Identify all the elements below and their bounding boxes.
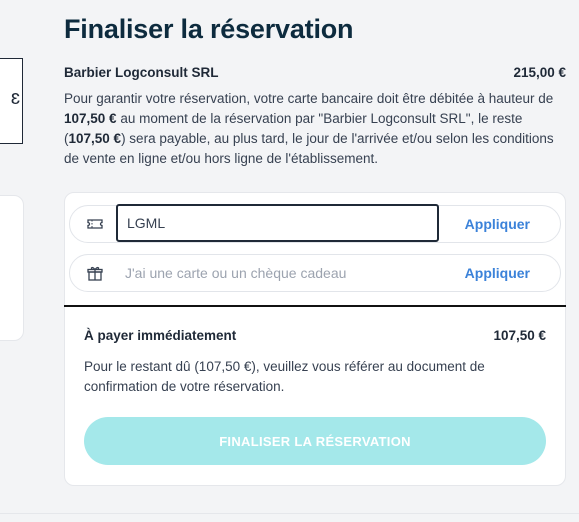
merchant-summary: Barbier Logconsult SRL 215,00 € (64, 65, 566, 80)
left-panel-fragment: ɛ (10, 87, 20, 109)
description-text-3: ) sera payable, au plus tard, le jour de… (64, 131, 554, 166)
promo-code-row: Appliquer (69, 204, 561, 243)
remaining-note: Pour le restant dû (107,50 €), veuillez … (84, 359, 485, 394)
payment-description: Pour garantir votre réservation, votre c… (64, 89, 569, 169)
gift-card-row: Appliquer (69, 254, 561, 292)
section-divider (64, 305, 566, 307)
payment-summary: À payer immédiatement 107,50 € (84, 328, 546, 343)
finalize-booking-button[interactable]: FINALISER LA RÉSERVATION (84, 417, 546, 465)
description-amount-2: 107,50 € (68, 131, 122, 146)
left-panel-card-secondary (0, 195, 24, 341)
pay-now-label: À payer immédiatement (84, 328, 237, 343)
promo-code-input[interactable] (116, 204, 439, 242)
description-amount-1: 107,50 € (64, 111, 117, 126)
gift-icon (86, 265, 104, 281)
gift-apply-button[interactable]: Appliquer (465, 265, 530, 281)
gift-card-input[interactable] (116, 255, 439, 291)
page-title: Finaliser la réservation (64, 14, 354, 44)
left-panel-card: ɛ (0, 58, 23, 144)
merchant-name: Barbier Logconsult SRL (64, 65, 219, 80)
promo-apply-button[interactable]: Appliquer (465, 216, 530, 232)
ticket-icon (86, 216, 104, 232)
description-text-1: Pour garantir votre réservation, votre c… (64, 91, 554, 106)
footer-divider (0, 513, 579, 514)
pay-now-amount: 107,50 € (493, 328, 546, 343)
merchant-total: 215,00 € (513, 65, 566, 80)
